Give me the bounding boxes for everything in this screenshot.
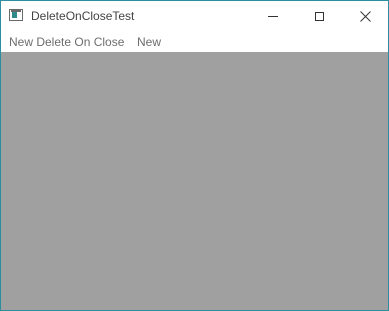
minimize-button[interactable]	[250, 1, 296, 32]
title-bar[interactable]: DeleteOnCloseTest	[1, 1, 388, 32]
app-window: DeleteOnCloseTest New Delete On Close Ne…	[0, 0, 389, 311]
menu-item-new-delete-on-close[interactable]: New Delete On Close	[9, 35, 124, 49]
menu-item-new[interactable]: New	[137, 35, 161, 49]
window-app-icon[interactable]	[9, 9, 23, 21]
maximize-button[interactable]	[296, 1, 342, 32]
minimize-icon	[268, 16, 278, 17]
mdi-client-area[interactable]	[1, 52, 388, 310]
window-title: DeleteOnCloseTest	[31, 9, 135, 23]
menu-bar: New Delete On Close New	[1, 32, 388, 52]
app-icon-pane	[12, 12, 17, 18]
close-button[interactable]	[342, 1, 388, 32]
close-icon	[359, 11, 371, 22]
maximize-icon	[314, 12, 324, 21]
